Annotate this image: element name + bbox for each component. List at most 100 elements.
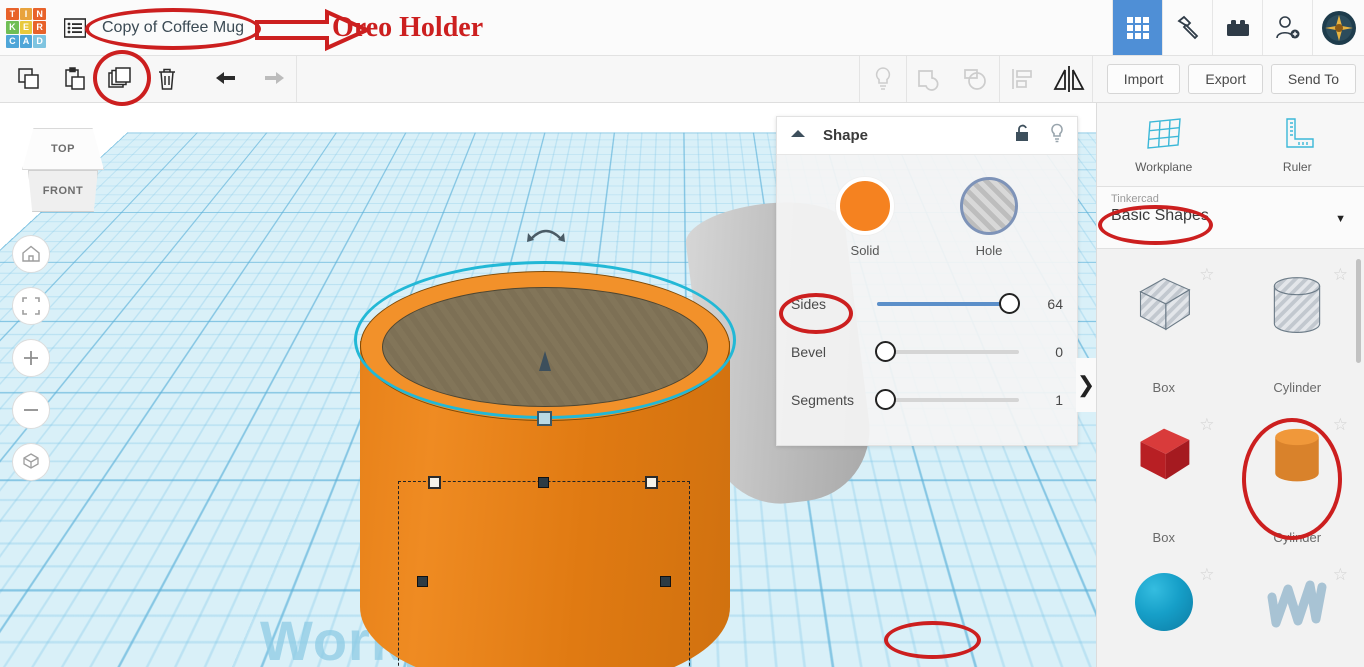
- segments-slider-value[interactable]: 1: [1029, 392, 1063, 408]
- shape-gallery[interactable]: ☆ Box ☆ Cylinder ☆ Box ☆ Cylinder ☆ ☆: [1097, 249, 1364, 665]
- chevron-down-icon: ▼: [1335, 213, 1346, 225]
- gallery-item-box-red[interactable]: ☆ Box: [1097, 405, 1231, 555]
- segments-slider-track[interactable]: [875, 389, 1019, 410]
- undo-icon[interactable]: [204, 56, 250, 102]
- zoom-in-button[interactable]: [12, 339, 50, 377]
- box-hole-thumbnail: [1139, 278, 1191, 331]
- shape-inspector-panel: Shape Solid Hole Sides 64 Bevel 0 Segmen…: [776, 116, 1078, 446]
- tinkercad-editor: T I N K E R C A D Copy of Coffee Mug Imp…: [0, 0, 1364, 667]
- favorite-star-icon[interactable]: ☆: [1333, 415, 1348, 435]
- delete-icon[interactable]: [144, 56, 190, 102]
- tinkercad-logo[interactable]: T I N K E R C A D: [2, 4, 50, 52]
- fit-view-button[interactable]: [12, 287, 50, 325]
- duplicate-icon[interactable]: [98, 56, 144, 102]
- export-button[interactable]: Export: [1188, 64, 1263, 94]
- solid-swatch[interactable]: Solid: [836, 177, 894, 258]
- workplane-tool[interactable]: Workplane: [1097, 103, 1231, 186]
- copy-icon[interactable]: [6, 56, 52, 102]
- hole-swatch-label: Hole: [975, 243, 1003, 258]
- send-to-button[interactable]: Send To: [1270, 64, 1356, 94]
- favorite-star-icon[interactable]: ☆: [1199, 415, 1214, 435]
- sidebar-tools: Workplane Ruler: [1097, 103, 1364, 187]
- favorite-star-icon[interactable]: ☆: [1333, 265, 1348, 285]
- shape-panel-header: Shape: [777, 117, 1077, 155]
- logo-tile: A: [19, 34, 33, 48]
- gallery-item-box-hole[interactable]: ☆ Box: [1097, 255, 1231, 405]
- hole-swatch-circle: [960, 177, 1018, 235]
- selection-ring: [354, 261, 736, 419]
- bevel-slider-knob[interactable]: [875, 341, 896, 362]
- edge-handle[interactable]: [660, 576, 671, 587]
- gallery-item-cylinder-hole[interactable]: ☆ Cylinder: [1231, 255, 1364, 405]
- import-button[interactable]: Import: [1106, 64, 1181, 94]
- logo-tile: T: [6, 7, 19, 21]
- bevel-slider-value[interactable]: 0: [1029, 344, 1063, 360]
- corner-handle[interactable]: [645, 476, 658, 489]
- bevel-slider-label: Bevel: [791, 344, 827, 360]
- shape-library-dropdown[interactable]: Tinkercad Basic Shapes ▼: [1097, 187, 1364, 249]
- redo-icon: [250, 56, 296, 102]
- edge-handle[interactable]: [538, 477, 549, 488]
- gallery-item-label: Box: [1152, 380, 1175, 395]
- view-cube-front-face[interactable]: FRONT: [28, 170, 98, 212]
- grid-view-icon[interactable]: [1112, 0, 1162, 55]
- lego-brick-icon[interactable]: [1212, 0, 1262, 55]
- home-view-button[interactable]: [12, 235, 50, 273]
- paste-icon[interactable]: [52, 56, 98, 102]
- solid-swatch-label: Solid: [850, 243, 880, 258]
- mirror-icon[interactable]: [1046, 56, 1092, 102]
- gallery-item-label: Cylinder: [1273, 380, 1322, 395]
- library-selected-value: Basic Shapes: [1111, 207, 1209, 224]
- bevel-slider-track[interactable]: [875, 341, 1019, 362]
- sides-slider-label: Sides: [791, 296, 827, 312]
- zoom-out-button[interactable]: [12, 391, 50, 429]
- add-person-icon[interactable]: [1262, 0, 1312, 55]
- solid-swatch-circle: [836, 177, 894, 235]
- gallery-item-cylinder-orange[interactable]: ☆ Cylinder: [1231, 405, 1364, 555]
- hole-swatch[interactable]: Hole: [960, 177, 1018, 258]
- top-bar-right-icons: [1112, 0, 1364, 55]
- sides-slider-knob[interactable]: [999, 293, 1021, 314]
- favorite-star-icon[interactable]: ☆: [1199, 265, 1214, 285]
- list-menu-icon[interactable]: [62, 15, 88, 41]
- hammer-icon[interactable]: [1162, 0, 1212, 55]
- corner-handle[interactable]: [428, 476, 441, 489]
- lightbulb-icon[interactable]: [1049, 123, 1065, 148]
- gallery-item-scribble[interactable]: ☆: [1231, 555, 1364, 665]
- unlocked-icon[interactable]: [1014, 123, 1031, 148]
- rotate-handle-top[interactable]: [527, 223, 565, 245]
- ruler-tool-label: Ruler: [1282, 159, 1312, 174]
- sides-slider-track[interactable]: [877, 293, 1021, 314]
- edge-handle[interactable]: [417, 576, 428, 587]
- shape-type-swatches: Solid Hole: [777, 155, 1077, 258]
- sidebar-scrollbar[interactable]: [1356, 259, 1361, 363]
- user-avatar[interactable]: [1312, 0, 1364, 55]
- favorite-star-icon[interactable]: ☆: [1199, 565, 1214, 585]
- segments-slider-knob[interactable]: [875, 389, 896, 410]
- ruler-tool[interactable]: Ruler: [1231, 103, 1364, 186]
- scribble-thumbnail: [1267, 580, 1327, 628]
- gallery-item-sphere[interactable]: ☆: [1097, 555, 1231, 665]
- height-arrow-handle[interactable]: [536, 349, 554, 375]
- orange-cylinder-object[interactable]: [354, 229, 736, 667]
- chevron-right-icon[interactable]: ❯: [1076, 358, 1096, 412]
- gallery-item-label: Cylinder: [1273, 530, 1322, 545]
- ungroup-icon: [953, 56, 999, 102]
- top-bar: T I N K E R C A D Copy of Coffee Mug: [0, 0, 1364, 56]
- workplane-grid-icon: [1146, 117, 1181, 149]
- view-cube[interactable]: TOP FRONT: [22, 128, 104, 212]
- align-icon: [1000, 56, 1046, 102]
- center-handle[interactable]: [537, 411, 552, 426]
- library-superscript: Tinkercad: [1111, 193, 1159, 205]
- perspective-toggle-button[interactable]: [12, 443, 50, 481]
- logo-tile: E: [19, 21, 33, 34]
- logo-tile: N: [33, 7, 46, 21]
- collapse-caret-icon[interactable]: [789, 127, 807, 145]
- view-cube-top-face[interactable]: TOP: [22, 128, 104, 170]
- document-title[interactable]: Copy of Coffee Mug: [102, 19, 244, 37]
- edit-toolbar: Import Export Send To: [0, 56, 1364, 103]
- sides-slider-value[interactable]: 64: [1029, 296, 1063, 312]
- ruler-icon: [1286, 117, 1314, 148]
- favorite-star-icon[interactable]: ☆: [1333, 565, 1348, 585]
- right-sidebar: Workplane Ruler Tinkercad Basic Shapes ▼: [1096, 103, 1364, 667]
